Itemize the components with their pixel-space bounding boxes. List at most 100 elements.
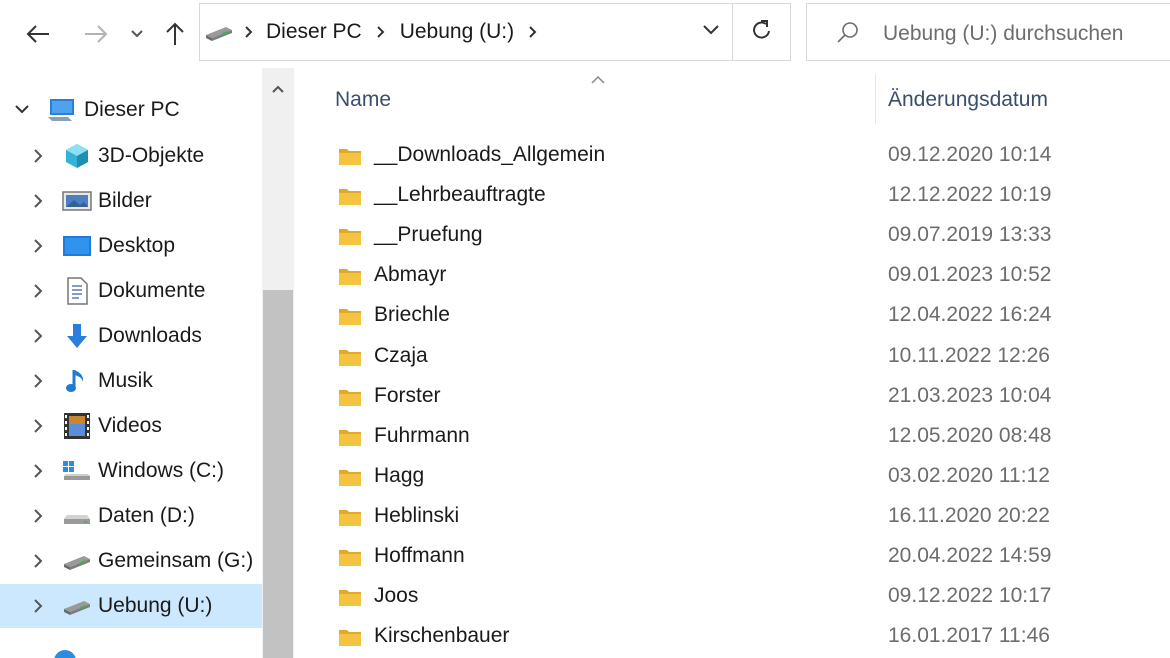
nav-item-3d-objekte[interactable]: 3D-Objekte	[0, 134, 262, 178]
up-button[interactable]	[158, 14, 192, 54]
documents-icon	[62, 276, 92, 306]
file-name[interactable]: Kirschenbauer	[374, 624, 509, 648]
nav-item-gemeinsam-g[interactable]: Gemeinsam (G:)	[0, 539, 262, 583]
file-row[interactable]: __Pruefung 09.07.2019 13:33	[294, 216, 1170, 256]
chevron-right-icon[interactable]	[30, 373, 46, 389]
nav-item-label: Gemeinsam (G:)	[98, 549, 254, 572]
pictures-icon	[62, 186, 92, 216]
nav-item-uebung-u[interactable]: Uebung (U:)	[0, 584, 262, 628]
address-history-button[interactable]	[690, 4, 732, 60]
file-name[interactable]: __Pruefung	[374, 223, 483, 247]
address-bar[interactable]: Dieser PC Uebung (U:)	[199, 3, 791, 61]
nav-item-dokumente[interactable]: Dokumente	[0, 269, 262, 313]
file-row[interactable]: __Downloads_Allgemein 09.12.2020 10:14	[294, 136, 1170, 176]
column-header-name[interactable]: Name	[335, 88, 391, 112]
breadcrumb-separator-icon[interactable]	[376, 25, 386, 39]
chevron-right-icon[interactable]	[30, 238, 46, 254]
chevron-right-icon[interactable]	[30, 463, 46, 479]
back-button[interactable]	[18, 14, 58, 54]
arrow-left-icon	[25, 24, 51, 44]
nav-item-label: Desktop	[98, 234, 176, 257]
file-row[interactable]: Kirschenbauer 16.01.2017 11:46	[294, 617, 1170, 657]
chevron-right-icon[interactable]	[30, 508, 46, 524]
file-modified-date: 12.12.2022 10:19	[888, 183, 1052, 207]
chevron-down-icon	[702, 23, 720, 41]
network-drive-icon	[62, 546, 92, 576]
folder-icon	[338, 465, 362, 494]
file-name[interactable]: __Lehrbeauftragte	[374, 183, 546, 207]
arrow-right-icon	[83, 24, 109, 44]
file-row[interactable]: Heblinski 16.11.2020 20:22	[294, 497, 1170, 537]
file-row[interactable]: Joos 09.12.2022 10:17	[294, 577, 1170, 617]
file-name[interactable]: Forster	[374, 384, 441, 408]
nav-item-label: Videos	[98, 414, 162, 437]
navigation-pane: Dieser PC 3D-Objekte Bilder Desktop Doku…	[0, 68, 262, 658]
chevron-right-icon[interactable]	[30, 598, 46, 614]
forward-button[interactable]	[76, 14, 116, 54]
column-divider[interactable]	[875, 74, 876, 124]
folder-icon	[338, 345, 362, 374]
file-name[interactable]: Joos	[374, 584, 418, 608]
nav-scrollbar[interactable]	[262, 68, 294, 658]
file-row[interactable]: Czaja 10.11.2022 12:26	[294, 337, 1170, 377]
nav-item-label: Dokumente	[98, 279, 206, 302]
chevron-right-icon[interactable]	[30, 283, 46, 299]
column-header-modified[interactable]: Änderungsdatum	[888, 88, 1048, 112]
nav-item-desktop[interactable]: Desktop	[0, 224, 262, 268]
nav-item-videos[interactable]: Videos	[0, 404, 262, 448]
folder-icon	[338, 585, 362, 614]
file-row[interactable]: __Lehrbeauftragte 12.12.2022 10:19	[294, 176, 1170, 216]
chevron-down-icon	[130, 29, 144, 39]
download-arrow-icon	[62, 321, 92, 351]
file-row[interactable]: Hagg 03.02.2020 11:12	[294, 457, 1170, 497]
chevron-right-icon[interactable]	[30, 418, 46, 434]
network-icon	[50, 646, 80, 658]
chevron-right-icon[interactable]	[30, 148, 46, 164]
nav-item-downloads[interactable]: Downloads	[0, 314, 262, 358]
scroll-thumb[interactable]	[263, 290, 293, 658]
file-name[interactable]: Abmayr	[374, 263, 446, 287]
breadcrumb-separator-icon[interactable]	[244, 25, 254, 39]
breadcrumb-separator-icon[interactable]	[528, 25, 538, 39]
file-name[interactable]: Briechle	[374, 303, 450, 327]
breadcrumb-uebung[interactable]: Uebung (U:)	[400, 20, 514, 44]
refresh-button[interactable]	[732, 4, 791, 60]
file-name[interactable]: Czaja	[374, 344, 428, 368]
folder-icon	[338, 304, 362, 333]
chevron-right-icon[interactable]	[30, 193, 46, 209]
nav-item-daten-d[interactable]: Daten (D:)	[0, 494, 262, 538]
breadcrumb-dieser-pc[interactable]: Dieser PC	[266, 20, 362, 44]
nav-item-windows-c[interactable]: Windows (C:)	[0, 449, 262, 493]
nav-item-bilder[interactable]: Bilder	[0, 179, 262, 223]
file-row[interactable]: Hoffmann 20.04.2022 14:59	[294, 537, 1170, 577]
refresh-icon	[751, 18, 773, 47]
file-name[interactable]: Hoffmann	[374, 544, 465, 568]
nav-item-musik[interactable]: Musik	[0, 359, 262, 403]
arrow-up-icon	[165, 21, 185, 47]
recent-locations-button[interactable]	[124, 14, 150, 54]
scroll-up-button[interactable]	[262, 74, 294, 106]
file-list: Name Änderungsdatum __Downloads_Allgemei…	[294, 68, 1170, 658]
chevron-right-icon[interactable]	[30, 328, 46, 344]
file-name[interactable]: Hagg	[374, 464, 424, 488]
search-icon	[835, 20, 861, 51]
nav-item-partial[interactable]	[0, 642, 262, 658]
file-modified-date: 09.12.2020 10:14	[888, 143, 1052, 166]
file-name[interactable]: Fuhrmann	[374, 424, 470, 448]
file-modified-date: 09.12.2022 10:17	[888, 584, 1052, 608]
search-input[interactable]: Uebung (U:) durchsuchen	[883, 22, 1123, 46]
windows-drive-icon	[62, 456, 92, 486]
file-modified-date: 10.11.2022 12:26	[888, 343, 1050, 367]
file-row[interactable]: Briechle 12.04.2022 16:24	[294, 296, 1170, 336]
file-row[interactable]: Forster 21.03.2023 10:04	[294, 377, 1170, 417]
nav-item-label: Uebung (U:)	[98, 594, 213, 617]
chevron-right-icon[interactable]	[30, 553, 46, 569]
file-row[interactable]: Abmayr 09.01.2023 10:52	[294, 256, 1170, 296]
file-row[interactable]: Fuhrmann 12.05.2020 08:48	[294, 417, 1170, 457]
file-name[interactable]: Heblinski	[374, 504, 459, 528]
nav-item-dieser-pc[interactable]: Dieser PC	[0, 88, 262, 132]
search-box[interactable]: Uebung (U:) durchsuchen	[806, 3, 1170, 61]
file-name[interactable]: __Downloads_Allgemein	[374, 143, 605, 167]
chevron-down-icon[interactable]	[14, 102, 30, 118]
folder-icon	[338, 224, 362, 253]
